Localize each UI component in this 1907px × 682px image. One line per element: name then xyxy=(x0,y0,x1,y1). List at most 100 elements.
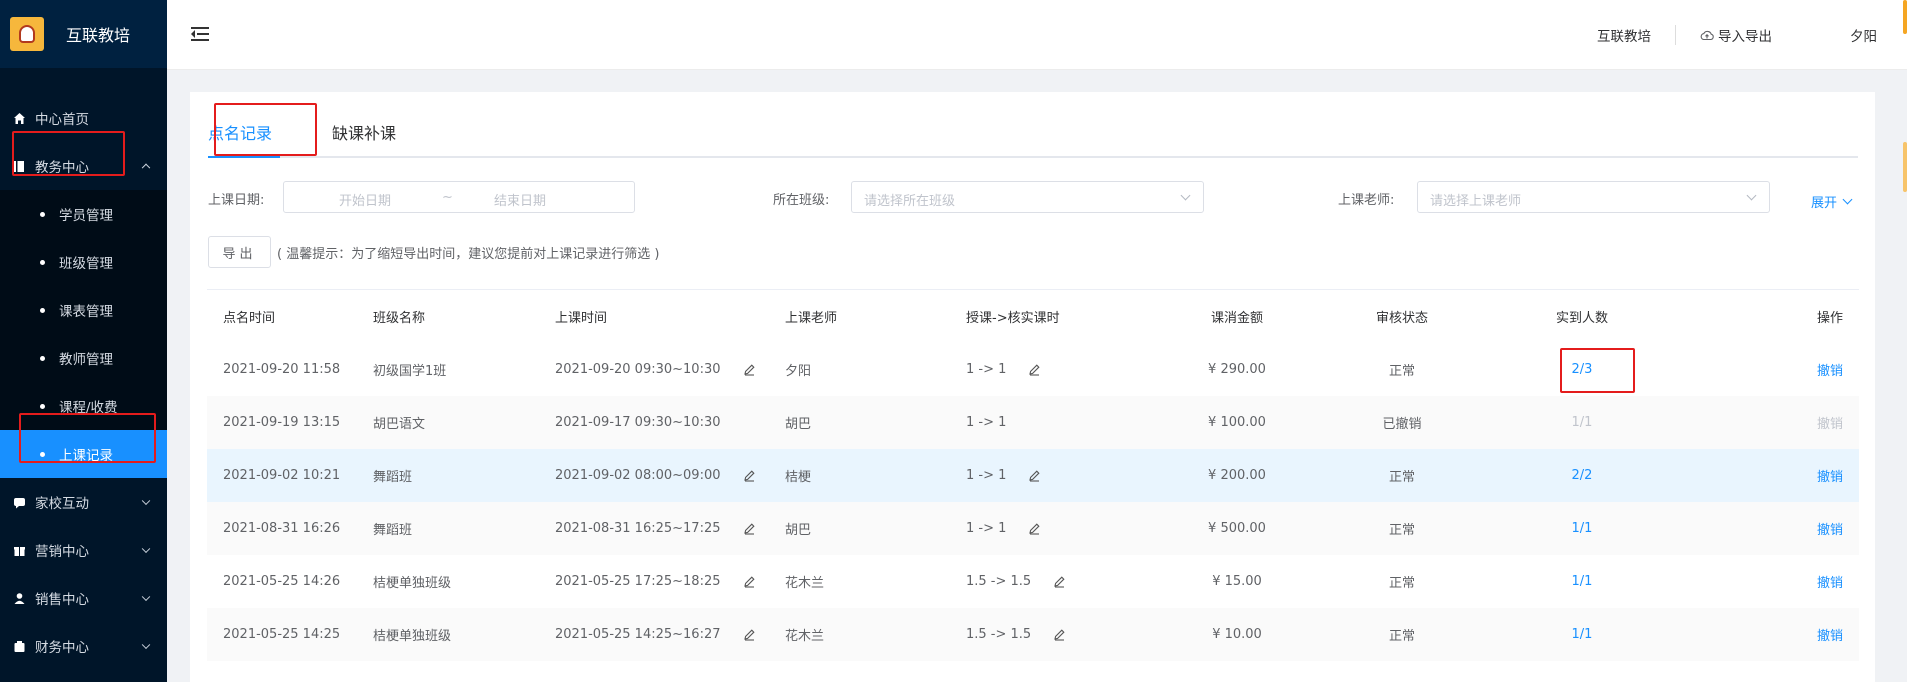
sidebar-item-sales[interactable]: 销售中心 xyxy=(0,574,167,622)
tab-active-indicator xyxy=(208,156,280,158)
edit-pencil-icon[interactable] xyxy=(1028,522,1041,535)
expand-filters-button[interactable]: 展开 xyxy=(1811,192,1853,211)
cell-action[interactable]: 撤销 xyxy=(1672,625,1859,644)
table-row[interactable]: 2021-08-31 16:26 舞蹈班 2021-08-31 16:25~17:2… xyxy=(207,502,1859,555)
sidebar-item-finance[interactable]: 财务中心 xyxy=(0,622,167,670)
edit-pencil-icon[interactable] xyxy=(1053,628,1066,641)
bullet-icon xyxy=(40,211,45,217)
org-name[interactable]: 互联教培 xyxy=(1573,25,1675,45)
cell-action[interactable]: 撤销 xyxy=(1672,360,1859,379)
menu-collapse-icon[interactable] xyxy=(191,27,209,41)
cell-class-time: 2021-09-02 08:00~09:00 xyxy=(539,468,769,483)
teacher-select[interactable]: 请选择上课老师 xyxy=(1417,181,1770,213)
sidebar-subitem-courses[interactable]: 课程/收费 xyxy=(0,382,167,430)
edit-pencil-icon[interactable] xyxy=(1028,469,1041,482)
column-header[interactable]: 授课->核实课时 xyxy=(950,307,1162,326)
table-row[interactable]: 2021-09-02 10:21 舞蹈班 2021-09-02 08:00~09:0… xyxy=(207,449,1859,502)
cell-hours: 1 -> 1 xyxy=(966,415,1007,430)
table-row[interactable]: 2021-09-19 13:15 胡巴语文 2021-09-17 09:30~10:… xyxy=(207,396,1859,449)
gift-icon xyxy=(12,543,26,557)
tab-makeup-classes[interactable]: 缺课补课 xyxy=(332,120,396,144)
import-export-link[interactable]: 导入导出 xyxy=(1676,25,1796,45)
sidebar-subitem-teachers[interactable]: 教师管理 xyxy=(0,334,167,382)
cell-status: 正常 xyxy=(1388,523,1415,538)
cell-attendance[interactable]: 1/1 xyxy=(1492,574,1672,589)
cell-attendance[interactable]: 1/1 xyxy=(1492,627,1672,642)
sidebar-item-label: 财务中心 xyxy=(35,640,89,656)
export-toolbar: 导出 ( 温馨提示：为了缩短导出时间，建议您提前对上课记录进行筛选 ) xyxy=(208,236,659,268)
home-icon xyxy=(12,111,26,125)
scroll-accent-mid xyxy=(1903,142,1907,192)
column-header[interactable]: 点名时间 xyxy=(207,307,357,326)
cell-teacher: 胡巴 xyxy=(785,417,812,432)
cell-class-name: 胡巴语文 xyxy=(373,417,426,432)
sidebar-subitem-students[interactable]: 学员管理 xyxy=(0,190,167,238)
cell-teacher: 花木兰 xyxy=(785,576,825,591)
table-row[interactable]: 2021-05-25 14:26 桔梗单独班级 2021-05-25 17:25~1… xyxy=(207,555,1859,608)
cell-class-name: 桔梗单独班级 xyxy=(373,576,452,591)
bullet-icon xyxy=(40,403,45,409)
class-select[interactable]: 请选择所在班级 xyxy=(851,181,1204,213)
teacher-filter-label: 上课老师: xyxy=(1338,193,1395,208)
edit-pencil-icon[interactable] xyxy=(743,575,756,588)
edit-pencil-icon[interactable] xyxy=(743,469,756,482)
cell-hours: 1 -> 1 xyxy=(950,521,1162,536)
column-header[interactable]: 审核状态 xyxy=(1312,307,1492,326)
attendance-link: 1/1 xyxy=(1571,574,1593,589)
cell-action: 撤销 xyxy=(1672,413,1859,432)
sidebar-item-home-school[interactable]: 家校互动 xyxy=(0,478,167,526)
column-header[interactable]: 上课老师 xyxy=(769,307,950,326)
tab-roll-call-records[interactable]: 点名记录 xyxy=(208,120,272,144)
cell-roll-time: 2021-08-31 16:26 xyxy=(223,521,341,536)
column-header[interactable]: 实到人数 xyxy=(1492,307,1672,326)
records-table: 点名时间 班级名称 上课时间 上课老师 授课->核实课时 课消金额 审核状态 实… xyxy=(207,289,1859,661)
date-separator: ~ xyxy=(442,190,453,205)
edit-pencil-icon[interactable] xyxy=(1053,575,1066,588)
cell-attendance[interactable]: 2/3 xyxy=(1492,362,1672,377)
cell-action[interactable]: 撤销 xyxy=(1672,519,1859,538)
sidebar-item-label: 销售中心 xyxy=(35,592,89,608)
cell-attendance[interactable]: 2/2 xyxy=(1492,468,1672,483)
cell-action[interactable]: 撤销 xyxy=(1672,572,1859,591)
column-header[interactable]: 操作 xyxy=(1672,307,1859,326)
cell-teacher: 夕阳 xyxy=(785,364,812,379)
revoke-link: 撤销 xyxy=(1816,470,1843,485)
sidebar-subitem-classes[interactable]: 班级管理 xyxy=(0,238,167,286)
cell-attendance[interactable]: 1/1 xyxy=(1492,521,1672,536)
cell-hours: 1.5 -> 1.5 xyxy=(950,627,1162,642)
sidebar-item-academic[interactable]: 教务中心 xyxy=(0,142,167,190)
cell-amount: ¥ 100.00 xyxy=(1208,415,1266,430)
cell-amount: ¥ 200.00 xyxy=(1208,468,1266,483)
chevron-down-icon xyxy=(1180,190,1191,201)
class-select-placeholder: 请选择所在班级 xyxy=(864,194,956,209)
table-row[interactable]: 2021-05-25 14:25 桔梗单独班级 2021-05-25 14:25~1… xyxy=(207,608,1859,661)
brand[interactable]: 互联教培 xyxy=(0,0,167,68)
edit-pencil-icon[interactable] xyxy=(743,363,756,376)
cell-status: 已撤销 xyxy=(1382,417,1422,432)
chevron-down-icon xyxy=(1842,194,1853,205)
sidebar-subitem-schedule[interactable]: 课表管理 xyxy=(0,286,167,334)
export-button[interactable]: 导出 xyxy=(208,236,271,268)
cell-action[interactable]: 撤销 xyxy=(1672,466,1859,485)
end-date-input[interactable]: 结束日期 xyxy=(494,190,546,209)
column-header[interactable]: 上课时间 xyxy=(539,307,769,326)
column-header[interactable]: 班级名称 xyxy=(357,307,539,326)
column-header[interactable]: 课消金额 xyxy=(1162,307,1312,326)
sidebar-item-marketing[interactable]: 营销中心 xyxy=(0,526,167,574)
app-title: 互联教培 xyxy=(66,26,131,45)
table-row[interactable]: 2021-09-20 11:58 初级国学1班 2021-09-20 09:30~1… xyxy=(207,343,1859,396)
submenu-academic: 学员管理 班级管理 课表管理 教师管理 课程/收费 上课记录 xyxy=(0,190,167,478)
start-date-input[interactable]: 开始日期 xyxy=(339,190,391,209)
sidebar-subitem-class-records[interactable]: 上课记录 xyxy=(0,430,167,478)
user-menu[interactable]: 夕阳 xyxy=(1796,25,1907,45)
edit-pencil-icon[interactable] xyxy=(1028,363,1041,376)
edit-pencil-icon[interactable] xyxy=(743,522,756,535)
sidebar-nav: 中心首页 教务中心 学员管理 班级管理 课表管理 教师管理 课程/收费 上课记录… xyxy=(0,94,167,670)
filter-bar: 上课日期: 开始日期 ~ 结束日期 所在班级: 请选择所在班级 上课老师: 请选… xyxy=(208,181,1858,213)
sidebar-item-home[interactable]: 中心首页 xyxy=(0,94,167,142)
attendance-link: 1/1 xyxy=(1571,521,1593,536)
edit-pencil-icon[interactable] xyxy=(743,628,756,641)
date-range-picker[interactable]: 开始日期 ~ 结束日期 xyxy=(283,181,635,213)
user-icon xyxy=(12,591,26,605)
chevron-up-icon xyxy=(141,163,151,173)
